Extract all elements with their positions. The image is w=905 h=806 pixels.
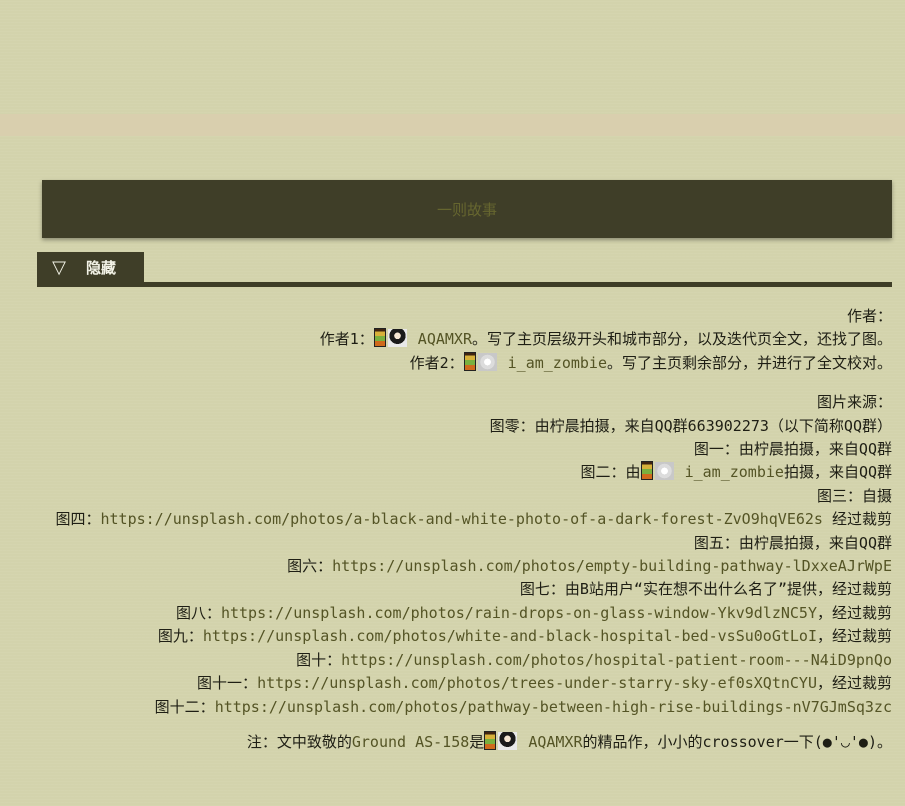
image-4-prefix: 图四：: [55, 510, 101, 529]
decorative-stripe: [0, 114, 905, 136]
image-6-link[interactable]: https://unsplash.com/photos/empty-buildi…: [332, 557, 892, 575]
image-credit-10: 图十：https://unsplash.com/photos/hospital-…: [40, 649, 892, 672]
image-2-prefix: 图二：由: [580, 463, 641, 482]
image-credit-4: 图四：https://unsplash.com/photos/a-black-a…: [40, 508, 892, 531]
image-11-suffix: ，经过裁剪: [816, 674, 892, 693]
image-10-prefix: 图十：: [296, 650, 342, 669]
author-2-desc: 。写了主页剩余部分，并进行了全文校对。: [606, 353, 892, 372]
user-badge-icon: [484, 730, 497, 750]
authors-heading: 作者：: [846, 307, 892, 325]
author-2-line: 作者2： i_am_zombie。写了主页剩余部分，并进行了全文校对。: [40, 351, 892, 375]
note-line: 注：文中致敬的Ground AS-158是 AQAMXR的精品作，小小的cros…: [40, 730, 893, 754]
image-8-prefix: 图八：: [175, 603, 221, 622]
user-badge-icon: [373, 328, 386, 348]
image-credit-1: 图一：由柠晨拍摄，来自QQ群: [693, 440, 892, 459]
image-credit-9: 图九：https://unsplash.com/photos/white-and…: [40, 625, 892, 648]
story-title-bar: 一则故事: [42, 180, 892, 238]
hide-toggle-button[interactable]: ▽ 隐藏: [37, 252, 144, 282]
image-11-prefix: 图十一：: [197, 674, 258, 693]
image-credit-12: 图十二：https://unsplash.com/photos/pathway-…: [40, 696, 892, 719]
image-8-suffix: ，经过裁剪: [816, 603, 892, 622]
avatar: [477, 352, 497, 371]
image-6-prefix: 图六：: [287, 557, 333, 576]
image-10-link[interactable]: https://unsplash.com/photos/hospital-pat…: [341, 651, 892, 669]
author-1-desc: 。写了主页层级开头和城市部分，以及迭代页全文，还找了图。: [471, 330, 892, 349]
user-badge-icon: [463, 351, 476, 371]
image-credit-3: 图三：自摄: [816, 486, 892, 505]
page-title: 一则故事: [436, 200, 497, 219]
hide-label: 隐藏: [86, 258, 117, 277]
image-9-suffix: ，经过裁剪: [816, 627, 892, 646]
image-2-suffix: 拍摄，来自QQ群: [783, 463, 892, 482]
avatar: [654, 462, 674, 481]
author-1-link[interactable]: AQAMXR: [418, 330, 472, 348]
image-9-prefix: 图九：: [157, 627, 203, 646]
images-heading: 图片来源：: [816, 393, 892, 412]
author-2-prefix: 作者2：: [409, 353, 464, 372]
divider-line: [37, 282, 892, 287]
note-author-link[interactable]: AQAMXR: [528, 733, 582, 751]
image-credit-0: 图零：由柠晨拍摄，来自QQ群663902273（以下简称QQ群）: [489, 416, 892, 435]
note-suffix: 的精品作，小小的crossover一下(●'◡'●)。: [582, 732, 893, 751]
image-12-prefix: 图十二：: [154, 697, 215, 716]
image-credit-2: 图二：由 i_am_zombie拍摄，来自QQ群: [40, 461, 892, 484]
image-4-suffix: 经过裁剪: [822, 510, 892, 529]
author-1-line: 作者1： AQAMXR。写了主页层级开头和城市部分，以及迭代页全文，还找了图。: [40, 328, 892, 351]
ground-as-158-link[interactable]: Ground AS-158: [352, 733, 469, 751]
avatar: [498, 731, 518, 750]
image-credit-6: 图六：https://unsplash.com/photos/empty-bui…: [40, 555, 892, 578]
image-8-link[interactable]: https://unsplash.com/photos/rain-drops-o…: [221, 604, 817, 622]
image-12-link[interactable]: https://unsplash.com/photos/pathway-betw…: [215, 698, 892, 716]
image-credit-8: 图八：https://unsplash.com/photos/rain-drop…: [40, 602, 892, 625]
image-credit-7: 图七：由B站用户“实在想不出什么名了”提供，经过裁剪: [519, 580, 892, 599]
image-2-user-link[interactable]: i_am_zombie: [685, 463, 784, 481]
image-credit-5: 图五：由柠晨拍摄，来自QQ群: [693, 533, 892, 552]
user-badge-icon: [640, 461, 653, 481]
image-4-link[interactable]: https://unsplash.com/photos/a-black-and-…: [101, 510, 823, 528]
note-mid: 是: [469, 732, 485, 751]
triangle-down-icon: ▽: [52, 256, 66, 278]
author-2-link[interactable]: i_am_zombie: [508, 354, 607, 372]
credits-content: 作者： 作者1： AQAMXR。写了主页层级开头和城市部分，以及迭代页全文，还找…: [40, 305, 892, 754]
image-9-link[interactable]: https://unsplash.com/photos/white-and-bl…: [203, 627, 817, 645]
author-1-prefix: 作者1：: [319, 330, 374, 349]
note-prefix: 注：文中致敬的: [246, 732, 352, 751]
image-11-link[interactable]: https://unsplash.com/photos/trees-under-…: [257, 674, 817, 692]
avatar: [387, 329, 407, 348]
image-credit-11: 图十一：https://unsplash.com/photos/trees-un…: [40, 672, 892, 695]
